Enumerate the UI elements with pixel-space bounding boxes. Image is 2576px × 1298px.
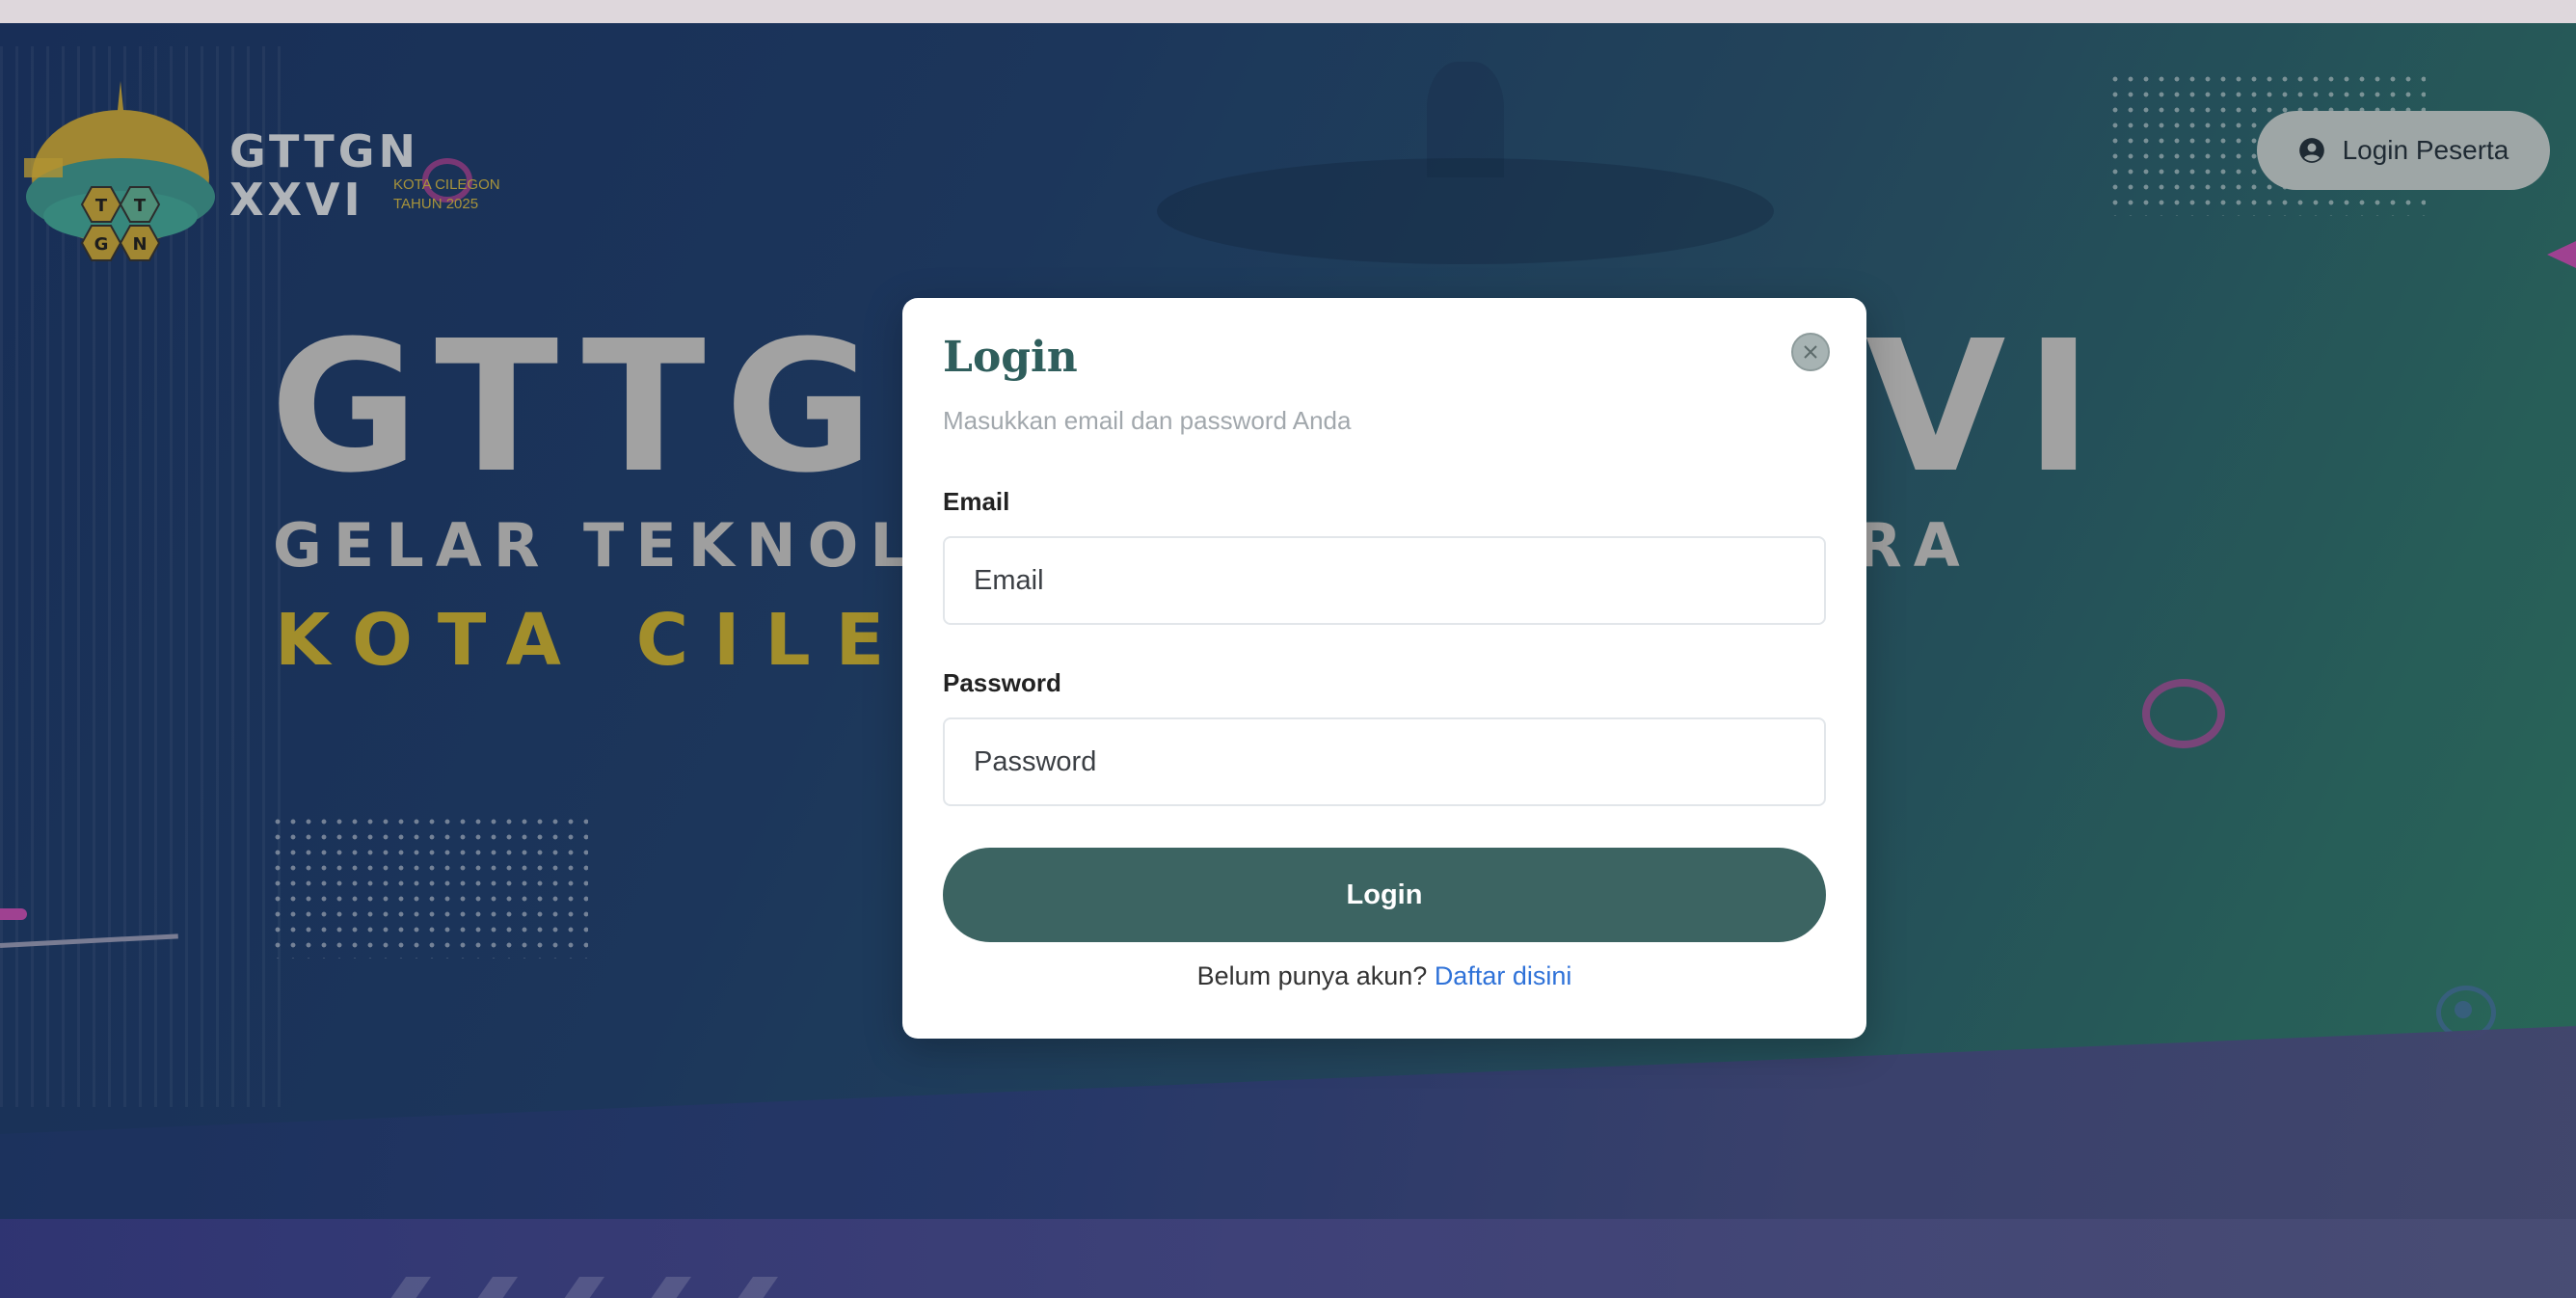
close-button[interactable]: [1791, 333, 1830, 371]
email-label: Email: [943, 487, 1010, 516]
login-submit-button[interactable]: Login: [943, 848, 1826, 942]
close-icon: [1804, 345, 1817, 359]
modal-title: Login: [943, 333, 1078, 382]
user-circle-icon: [2298, 138, 2324, 163]
register-link[interactable]: Daftar disini: [1435, 961, 1572, 990]
page: T T G N GTTGN XXVI KOTA CILEGON TAHUN 20…: [0, 0, 2576, 1298]
login-peserta-button[interactable]: Login Peserta: [2257, 111, 2550, 190]
email-field[interactable]: [943, 536, 1826, 625]
password-label: Password: [943, 668, 1061, 697]
login-peserta-label: Login Peserta: [2342, 135, 2509, 165]
login-modal: Login Masukkan email dan password Anda E…: [902, 298, 1866, 1039]
password-field[interactable]: [943, 717, 1826, 806]
modal-subtitle: Masukkan email dan password Anda: [943, 406, 1352, 435]
register-prompt: Belum punya akun?: [1196, 961, 1428, 990]
register-prompt-line: Belum punya akun? Daftar disini: [902, 961, 1866, 991]
